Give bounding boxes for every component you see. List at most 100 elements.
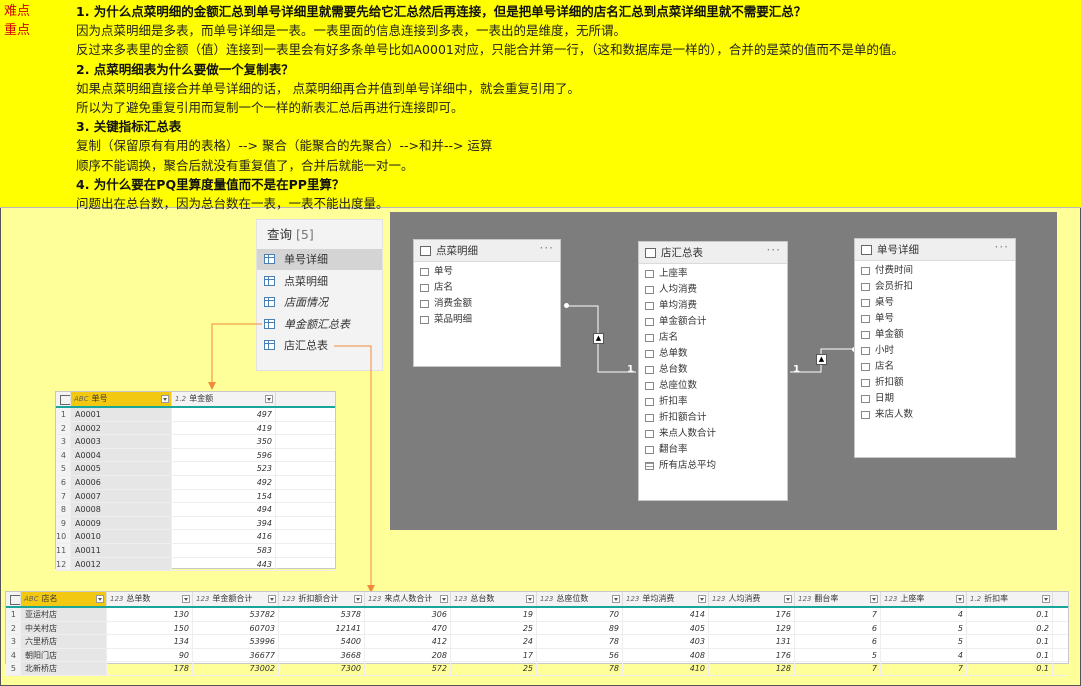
- table-row[interactable]: 4 朝阳门店 90 36677 3668 208 17 56 408 176 5 4 0.1: [6, 648, 1068, 663]
- grid-column-header[interactable]: 123 总台数: [451, 592, 537, 606]
- model-field[interactable]: 付费时间: [855, 263, 1015, 279]
- filter-dropdown-icon[interactable]: [612, 595, 620, 603]
- more-options-icon[interactable]: ···: [540, 237, 554, 259]
- grid-corner-icon[interactable]: [6, 592, 21, 606]
- model-field[interactable]: 单均消费: [639, 298, 787, 314]
- grid-column-header[interactable]: 123 上座率: [881, 592, 967, 606]
- query-item[interactable]: 店汇总表: [257, 335, 382, 356]
- model-field[interactable]: 单金额合计: [639, 314, 787, 330]
- table-row[interactable]: 10 A0010 416: [56, 530, 335, 544]
- model-field[interactable]: 消费金额: [414, 296, 560, 312]
- model-field[interactable]: 单金额: [855, 327, 1015, 343]
- grid-column-header[interactable]: 123 翻台率: [795, 592, 881, 606]
- model-field[interactable]: 菜品明细: [414, 312, 560, 328]
- table-row[interactable]: 12 A0012 443: [56, 557, 335, 572]
- model-field[interactable]: 折扣额: [855, 375, 1015, 391]
- table-row[interactable]: 11 A0011 583: [56, 543, 335, 558]
- query-item[interactable]: 单号详细: [257, 249, 382, 270]
- more-options-icon[interactable]: ···: [767, 239, 781, 261]
- filter-dropdown-icon[interactable]: [354, 595, 362, 603]
- table-row[interactable]: 9 A0009 394: [56, 516, 335, 531]
- filter-dropdown-icon[interactable]: [265, 395, 273, 403]
- model-field[interactable]: 店名: [414, 280, 560, 296]
- filter-dropdown-icon[interactable]: [526, 595, 534, 603]
- table-row[interactable]: 5 A0005 523: [56, 462, 335, 476]
- table-row[interactable]: 3 A0003 350: [56, 435, 335, 449]
- table-row[interactable]: 5 北新桥店 178 73002 7300 572 25 78 410 128 7 7 0.1: [6, 662, 1068, 676]
- grid-corner-icon[interactable]: [56, 392, 71, 406]
- query-item[interactable]: 单金额汇总表: [257, 314, 382, 335]
- grid-column-header[interactable]: 123 折扣额合计: [279, 592, 365, 606]
- model-field[interactable]: 来点人数合计: [639, 426, 787, 442]
- model-table-header[interactable]: 点菜明细 ···: [414, 240, 560, 262]
- grid-column-header[interactable]: 1.2 单金额: [172, 392, 276, 406]
- column-icon: [420, 284, 429, 292]
- model-field[interactable]: 人均消费: [639, 282, 787, 298]
- model-field[interactable]: 总单数: [639, 346, 787, 362]
- grid-column-header[interactable]: 123 单金额合计: [193, 592, 279, 606]
- row-index: 2: [56, 421, 71, 435]
- grid-column-header[interactable]: ABC 店名: [21, 592, 107, 606]
- table-cell: 0.1: [967, 662, 1053, 675]
- filter-dropdown-icon[interactable]: [956, 595, 964, 603]
- table-row[interactable]: 1 亚运村店 130 53782 5378 306 19 70 414 176 7 4 0.1: [6, 608, 1068, 622]
- model-field[interactable]: 单号: [414, 264, 560, 280]
- grid-column-header[interactable]: 1.2 折扣率: [967, 592, 1053, 606]
- query-item[interactable]: 店面情况: [257, 292, 382, 313]
- more-options-icon[interactable]: ···: [995, 236, 1009, 258]
- filter-dropdown-icon[interactable]: [784, 595, 792, 603]
- filter-dropdown-icon[interactable]: [1042, 595, 1050, 603]
- table-row[interactable]: 4 A0004 596: [56, 448, 335, 463]
- model-field[interactable]: 总台数: [639, 362, 787, 378]
- grid-column-header[interactable]: 123 总单数: [107, 592, 193, 606]
- rel-direction-icon[interactable]: ▲: [816, 354, 827, 365]
- model-field[interactable]: 单号: [855, 311, 1015, 327]
- filter-dropdown-icon[interactable]: [96, 595, 104, 603]
- grid-column-header[interactable]: ABC 单号: [71, 392, 172, 406]
- filter-dropdown-icon[interactable]: [870, 595, 878, 603]
- filter-dropdown-icon[interactable]: [182, 595, 190, 603]
- table-row[interactable]: 1 A0001 497: [56, 408, 335, 422]
- model-field[interactable]: 所有店总平均: [639, 458, 787, 474]
- rel-direction-icon[interactable]: ▲: [593, 333, 604, 344]
- row-index: 8: [56, 503, 71, 516]
- table-icon: [861, 245, 872, 255]
- model-field[interactable]: 桌号: [855, 295, 1015, 311]
- filter-dropdown-icon[interactable]: [161, 395, 169, 403]
- filter-dropdown-icon[interactable]: [440, 595, 448, 603]
- grid-column-header[interactable]: 123 来点人数合计: [365, 592, 451, 606]
- filter-dropdown-icon[interactable]: [268, 595, 276, 603]
- table-cell: A0002: [71, 421, 172, 435]
- grid-column-header[interactable]: 123 单均消费: [623, 592, 709, 606]
- column-type-icon: 123: [540, 595, 554, 603]
- column-type-icon: 123: [798, 595, 812, 603]
- query-item[interactable]: 点菜明细: [257, 271, 382, 292]
- model-field-label: 单号: [434, 266, 454, 277]
- grid-column-header[interactable]: 123 人均消费: [709, 592, 795, 606]
- model-field[interactable]: 翻台率: [639, 442, 787, 458]
- model-table-store-summary[interactable]: 店汇总表 ··· 上座率 人均消费 单均消费 单金额合计 店名 总单数 总台数 总座位数 折扣率 折扣…: [638, 241, 788, 501]
- table-row[interactable]: 8 A0008 494: [56, 503, 335, 517]
- model-table-order-header[interactable]: 单号详细 ··· 付费时间 会员折扣 桌号 单号 单金额 小时 店名 折扣额 日期 来店人数: [854, 238, 1016, 458]
- model-table-header[interactable]: 店汇总表 ···: [639, 242, 787, 264]
- table-row[interactable]: 3 六里桥店 134 53996 5400 412 24 78 403 131 6 5 0.1: [6, 635, 1068, 649]
- model-field[interactable]: 日期: [855, 391, 1015, 407]
- model-table-header[interactable]: 单号详细 ···: [855, 239, 1015, 261]
- model-field[interactable]: 来店人数: [855, 407, 1015, 423]
- table-row[interactable]: 7 A0007 154: [56, 489, 335, 504]
- table-row[interactable]: 2 A0002 419: [56, 421, 335, 436]
- model-field[interactable]: 小时: [855, 343, 1015, 359]
- note-text: 顺序不能调换，聚合后就没有重复值了，合并后就能一对一。: [76, 157, 414, 173]
- model-field[interactable]: 总座位数: [639, 378, 787, 394]
- filter-dropdown-icon[interactable]: [698, 595, 706, 603]
- table-row[interactable]: 6 A0006 492: [56, 475, 335, 490]
- model-field[interactable]: 店名: [855, 359, 1015, 375]
- model-field[interactable]: 折扣率: [639, 394, 787, 410]
- grid-column-header[interactable]: 123 总座位数: [537, 592, 623, 606]
- table-row[interactable]: 2 中关村店 150 60703 12141 470 25 89 405 129 6 5 0.2: [6, 621, 1068, 636]
- model-field[interactable]: 店名: [639, 330, 787, 346]
- model-field[interactable]: 上座率: [639, 266, 787, 282]
- model-table-order-detail[interactable]: 点菜明细 ··· 单号店名 消费金额 菜品明细: [413, 239, 561, 367]
- model-field[interactable]: 折扣额合计: [639, 410, 787, 426]
- model-field[interactable]: 会员折扣: [855, 279, 1015, 295]
